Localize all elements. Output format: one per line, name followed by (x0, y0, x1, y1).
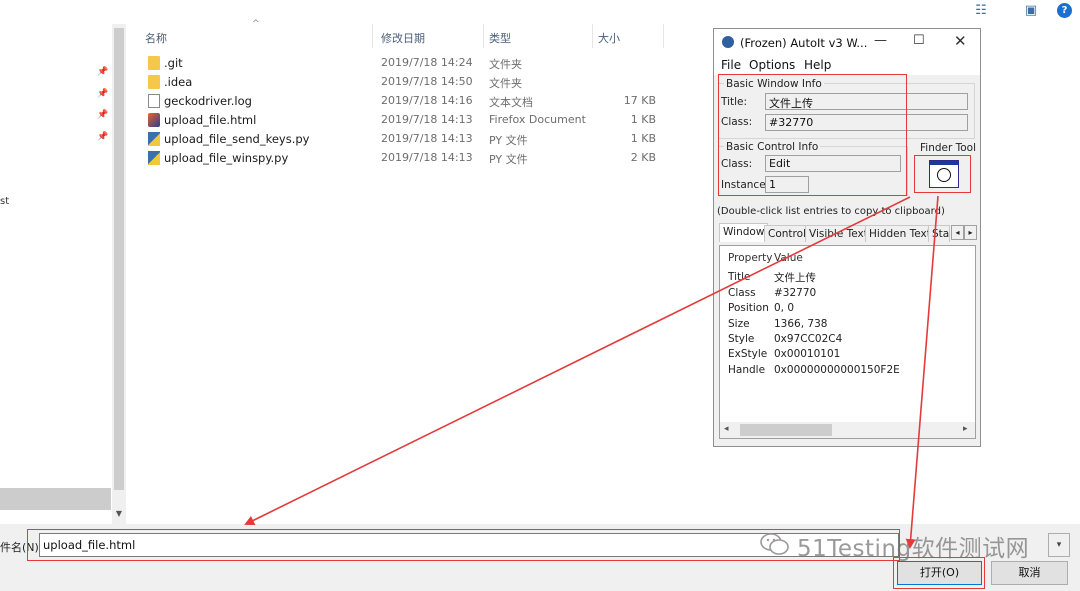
annotation-arrows (244, 195, 939, 549)
annotation-arrow-to-filename (244, 196, 911, 525)
annotation-arrow-to-open (905, 195, 939, 549)
